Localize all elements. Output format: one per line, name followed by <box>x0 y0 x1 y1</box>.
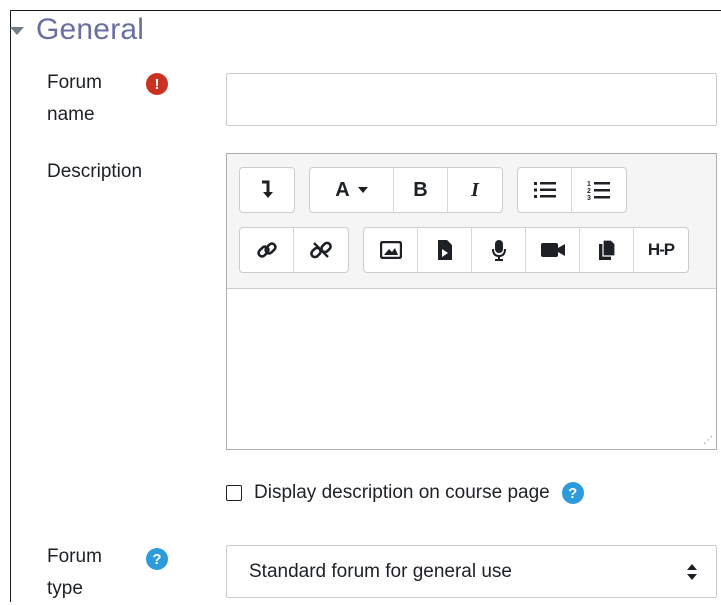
bold-icon: B <box>413 178 428 201</box>
toolbar-group-links <box>239 227 349 273</box>
bold-button[interactable]: B <box>394 168 448 212</box>
svg-text:1: 1 <box>587 181 591 188</box>
section-title: General <box>36 13 145 46</box>
toolbar-group-lists: 1 2 3 <box>517 167 627 213</box>
toolbar-group-collapse <box>239 167 295 213</box>
sort-arrows-icon <box>687 564 697 580</box>
h5p-button[interactable]: H-P <box>634 228 688 272</box>
media-button[interactable] <box>418 228 472 272</box>
font-color-icon: A <box>335 178 350 201</box>
font-color-button[interactable]: A <box>310 168 394 212</box>
manage-files-button[interactable] <box>580 228 634 272</box>
media-icon <box>437 240 452 260</box>
display-description-checkbox[interactable] <box>226 485 242 501</box>
required-icon: ! <box>146 73 168 95</box>
microphone-icon <box>491 240 506 261</box>
svg-text:3: 3 <box>587 195 591 201</box>
toolbar-group-style: A B I <box>309 167 503 213</box>
display-description-label[interactable]: Display description on course page <box>254 482 550 504</box>
forum-type-selected-value: Standard forum for general use <box>249 560 512 582</box>
record-video-button[interactable] <box>526 228 580 272</box>
record-audio-button[interactable] <box>472 228 526 272</box>
description-label: Description <box>47 161 143 182</box>
display-description-row: Display description on course page ? <box>226 478 584 508</box>
description-content-area[interactable] <box>227 288 716 449</box>
resize-handle-icon[interactable]: ⋰ <box>703 435 713 446</box>
forum-type-select[interactable]: Standard forum for general use <box>226 545 717 598</box>
collapse-toolbar-button[interactable] <box>240 168 294 212</box>
help-icon[interactable]: ? <box>561 482 584 504</box>
ordered-list-button[interactable]: 1 2 3 <box>572 168 626 212</box>
unlink-button[interactable] <box>294 228 348 272</box>
forum-name-label: Forum name <box>47 67 102 131</box>
forum-type-label-line1: Forum <box>47 546 102 567</box>
h5p-icon: H-P <box>647 240 675 259</box>
forum-type-label-line2: type <box>47 578 83 599</box>
section-header-general[interactable]: General <box>10 8 144 52</box>
italic-button[interactable]: I <box>448 168 502 212</box>
description-editor: A B I 1 2 3 H-P ⋰ <box>226 153 717 450</box>
unlink-icon <box>310 241 332 259</box>
ordered-list-icon: 1 2 3 <box>587 181 610 201</box>
forum-name-input[interactable] <box>226 73 717 126</box>
link-icon <box>256 242 277 258</box>
help-icon[interactable]: ? <box>146 548 168 570</box>
video-camera-icon <box>540 243 565 257</box>
italic-icon: I <box>471 178 479 201</box>
svg-text:2: 2 <box>587 188 591 195</box>
forum-name-label-line2: name <box>47 104 95 125</box>
editor-toolbar-row-2: H-P <box>239 227 703 273</box>
link-button[interactable] <box>240 228 294 272</box>
copy-files-icon <box>598 239 616 260</box>
caret-down-icon[interactable] <box>10 27 24 35</box>
forum-name-label-line1: Forum <box>47 72 102 93</box>
image-button[interactable] <box>364 228 418 272</box>
toolbar-group-media: H-P <box>363 227 689 273</box>
unordered-list-icon <box>533 182 556 198</box>
editor-toolbar-row-1: A B I 1 2 3 <box>239 167 641 213</box>
image-icon <box>379 241 402 259</box>
chevron-down-icon <box>357 187 368 193</box>
unordered-list-button[interactable] <box>518 168 572 212</box>
forum-type-label: Forum type <box>47 541 102 605</box>
collapse-icon <box>262 180 273 198</box>
